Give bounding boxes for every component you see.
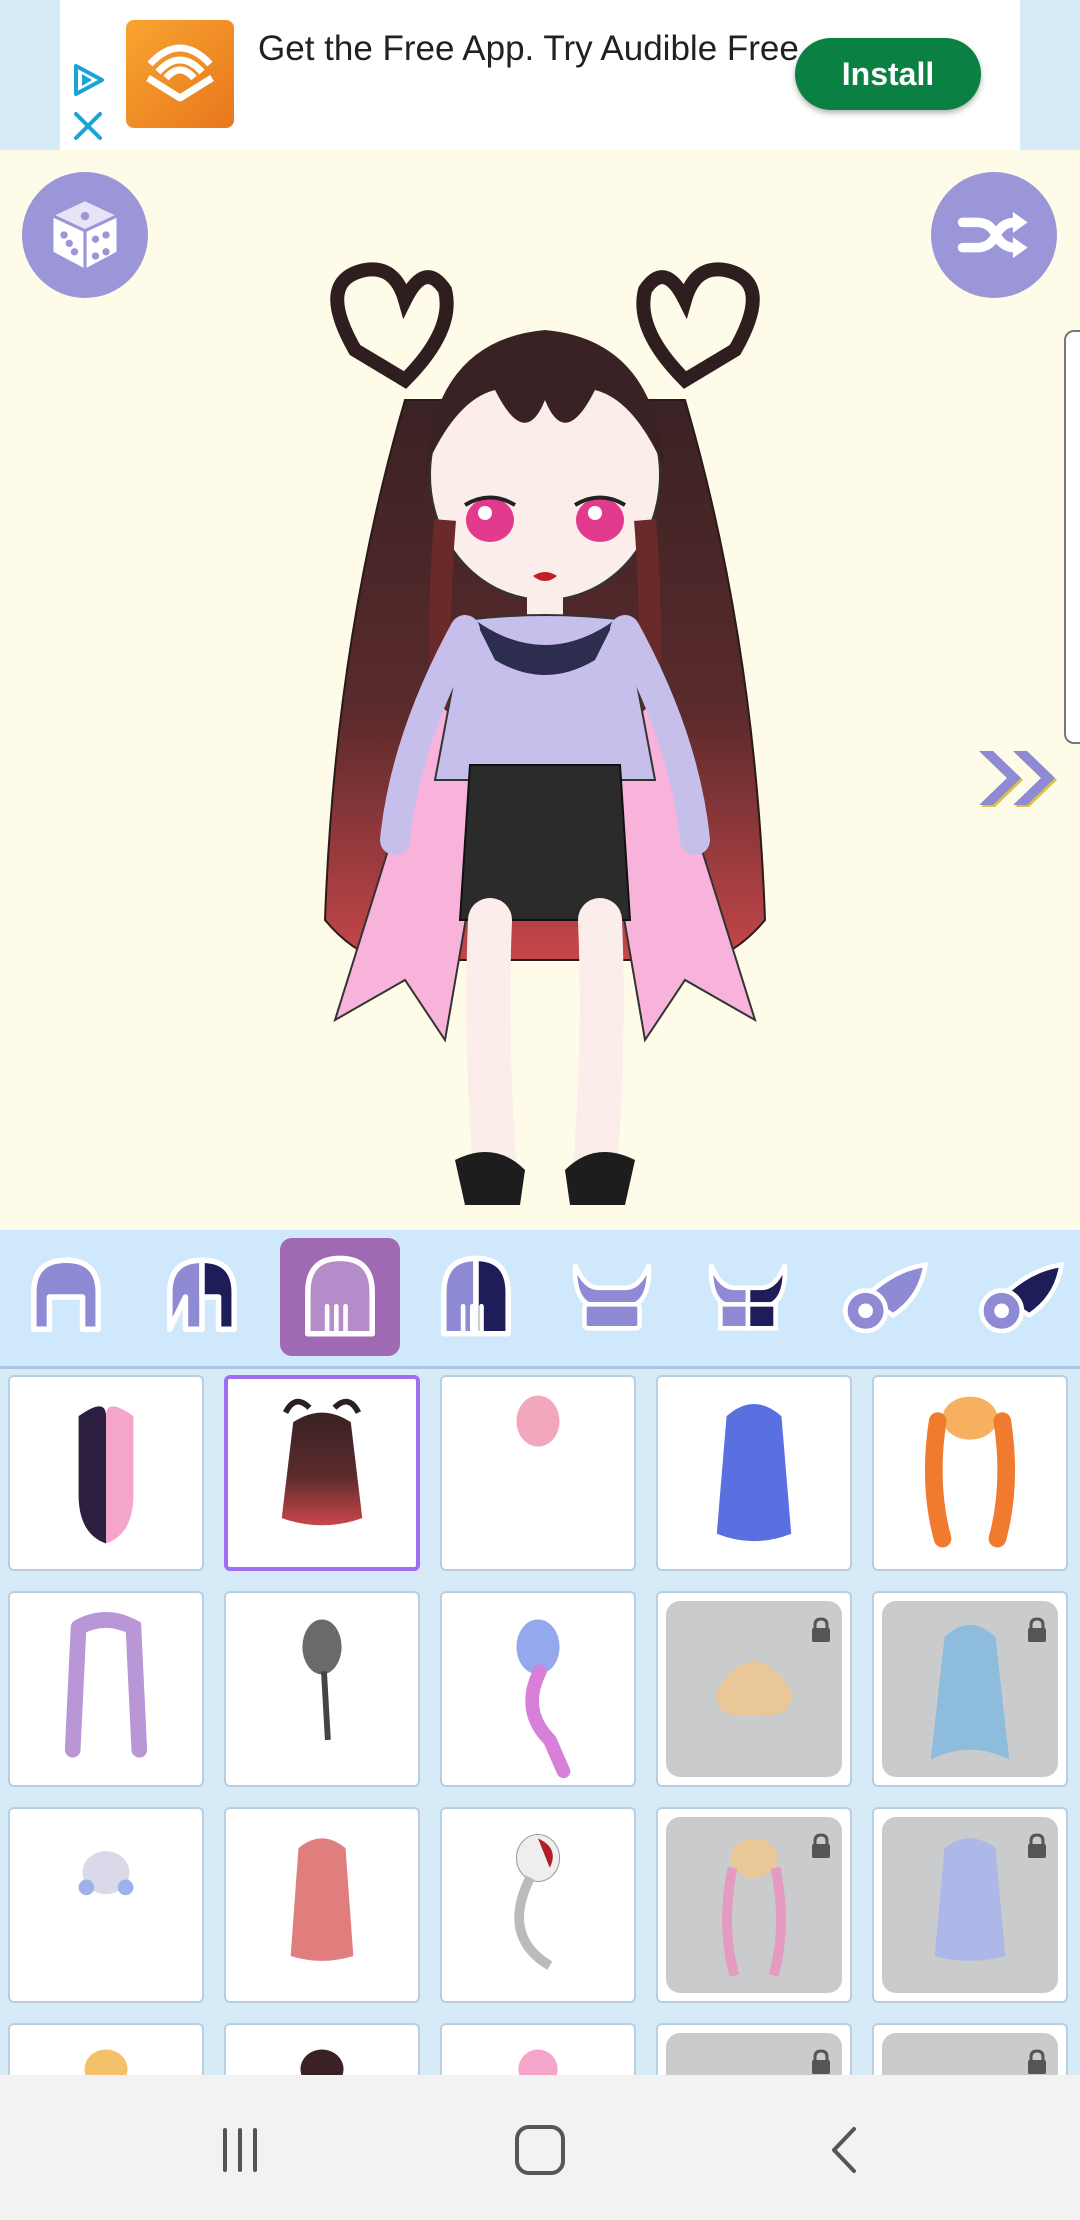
shuffle-button[interactable] xyxy=(931,172,1057,298)
recents-icon[interactable] xyxy=(205,2115,275,2185)
wings-color-icon xyxy=(979,1262,1065,1334)
item-hair-4[interactable] xyxy=(656,1375,852,1571)
item-hair-1[interactable] xyxy=(8,1375,204,1571)
hair-thumbnail xyxy=(516,1395,560,1447)
hair-front-icon xyxy=(31,1257,101,1332)
lock-icon xyxy=(812,1617,830,1642)
item-hair-11[interactable] xyxy=(8,1807,204,2003)
hair-thumbnail xyxy=(716,1403,792,1542)
lock-icon xyxy=(812,2049,830,2074)
audible-logo xyxy=(126,20,234,128)
hair-thumbnail xyxy=(924,1396,1016,1548)
category-hair-front-color[interactable] xyxy=(142,1238,262,1356)
ad-banner[interactable]: Get the Free App. Try Audible Free. Inst… xyxy=(60,0,1020,150)
install-button[interactable]: Install xyxy=(795,38,981,110)
category-hair-back[interactable] xyxy=(280,1238,400,1356)
item-hair-2[interactable] xyxy=(224,1375,420,1571)
ad-choices-icon[interactable] xyxy=(68,60,108,100)
horns-color-icon xyxy=(708,1263,788,1331)
hair-thumbnail xyxy=(64,1612,148,1758)
category-hair-back-color[interactable] xyxy=(416,1238,536,1356)
back-icon[interactable] xyxy=(810,2115,880,2185)
horns-icon xyxy=(572,1263,652,1331)
hair-thumbnail xyxy=(518,2049,558,2075)
hair-thumbnail xyxy=(78,1406,134,1544)
avatar-character xyxy=(323,262,767,1205)
home-icon[interactable] xyxy=(505,2115,575,2185)
item-hair-14[interactable] xyxy=(656,1807,852,2003)
hair-back-icon xyxy=(305,1255,375,1337)
ad-text[interactable]: Get the Free App. Try Audible Free. xyxy=(258,24,818,74)
hair-thumbnail xyxy=(514,1833,561,1970)
hair-thumbnail xyxy=(300,2049,344,2075)
item-hair-6[interactable] xyxy=(8,1591,204,1787)
double-chevron-right-icon[interactable] xyxy=(975,745,1065,815)
item-hair-18[interactable] xyxy=(440,2023,636,2075)
category-hair-front[interactable] xyxy=(6,1238,126,1356)
category-wings-color[interactable] xyxy=(960,1238,1080,1356)
shuffle-icon xyxy=(957,211,1028,259)
category-wings[interactable] xyxy=(824,1238,944,1356)
dice-icon xyxy=(52,201,118,269)
avatar-stage xyxy=(0,150,1080,1230)
item-hair-3[interactable] xyxy=(440,1375,636,1571)
close-icon[interactable] xyxy=(68,106,108,146)
lock-icon xyxy=(1028,2049,1046,2074)
item-hair-7[interactable] xyxy=(224,1591,420,1787)
system-nav-bar xyxy=(0,2075,1080,2220)
item-hair-10[interactable] xyxy=(872,1591,1068,1787)
item-hair-16[interactable] xyxy=(8,2023,204,2075)
item-hair-20[interactable] xyxy=(872,2023,1068,2075)
item-hair-12[interactable] xyxy=(224,1807,420,2003)
item-hair-15[interactable] xyxy=(872,1807,1068,2003)
hair-front-color-icon xyxy=(167,1257,237,1332)
ad-banner-area: Get the Free App. Try Audible Free. Inst… xyxy=(0,0,1080,150)
hair-thumbnail xyxy=(84,2049,128,2075)
item-hair-19[interactable] xyxy=(656,2023,852,2075)
hair-thumbnail xyxy=(78,1851,134,1896)
lock-icon xyxy=(1028,1617,1046,1642)
hair-thumbnail xyxy=(290,1838,354,1961)
hair-back-color-icon xyxy=(441,1255,511,1337)
item-hair-5[interactable] xyxy=(872,1375,1068,1571)
lock-icon xyxy=(1028,1833,1046,1858)
item-grid xyxy=(0,1369,1080,2075)
item-hair-13[interactable] xyxy=(440,1807,636,2003)
hair-thumbnail xyxy=(516,1619,571,1779)
hair-thumbnail xyxy=(281,1398,363,1526)
hair-thumbnail xyxy=(302,1619,342,1741)
lock-icon xyxy=(812,1833,830,1858)
item-hair-8[interactable] xyxy=(440,1591,636,1787)
item-hair-9[interactable] xyxy=(656,1591,852,1787)
category-horns-color[interactable] xyxy=(688,1238,808,1356)
item-hair-17[interactable] xyxy=(224,2023,420,2075)
category-bar xyxy=(0,1230,1080,1369)
randomize-button[interactable] xyxy=(22,172,148,298)
wings-icon xyxy=(843,1262,929,1334)
side-panel-handle[interactable] xyxy=(1064,330,1080,744)
category-horns[interactable] xyxy=(552,1238,672,1356)
